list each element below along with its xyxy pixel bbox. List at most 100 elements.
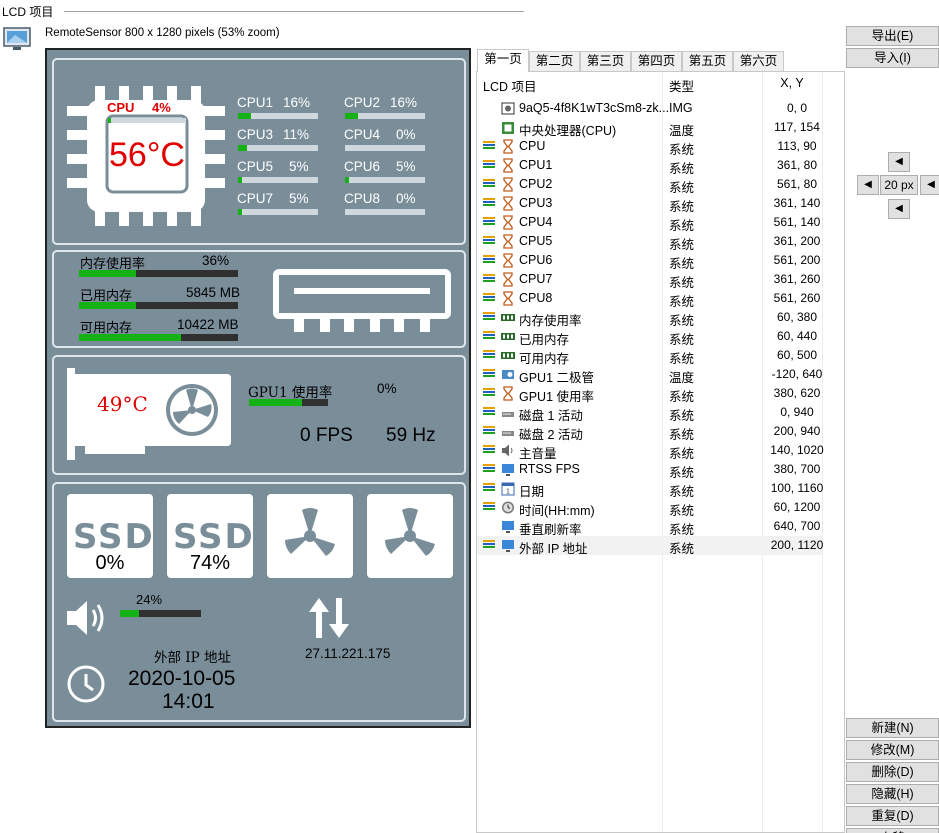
list-item[interactable]: 时间(HH:mm) 系统 60, 1200 (477, 498, 822, 518)
list-item[interactable]: 外部 IP 地址 系统 200, 1120 (477, 536, 823, 556)
hourglass-icon (501, 196, 515, 211)
list-item[interactable]: 磁盘 2 活动 系统 200, 940 (477, 422, 822, 442)
cpu7-value: 5% (289, 191, 309, 206)
list-item[interactable]: 1 日期 系统 100, 1160 (477, 479, 823, 499)
export-button[interactable]: 导出(E) (846, 26, 939, 46)
cpu4-value: 0% (396, 127, 416, 142)
hourglass-icon (501, 386, 515, 401)
tab-page-6[interactable]: 第六页 (733, 51, 784, 71)
lcd-items-list[interactable]: LCD 项目 类型 X, Y 9aQ5-4f8K1wT3cSm8-zk... IM… (476, 71, 845, 833)
cpu2-value: 16% (390, 95, 418, 110)
move-up-button[interactable]: ◀ (888, 152, 910, 172)
tab-page-5[interactable]: 第五页 (682, 51, 733, 71)
step-size-value[interactable]: 20 px (880, 175, 918, 195)
list-item[interactable]: 中央处理器(CPU) 温度 117, 154 (477, 118, 822, 138)
fan1-icon (267, 494, 353, 578)
item-position: 380, 700 (773, 462, 821, 476)
item-position: 60, 1200 (773, 500, 821, 514)
layer-lines-icon (483, 198, 495, 209)
hourglass-icon (501, 234, 515, 249)
tab-page-2[interactable]: 第二页 (529, 51, 580, 71)
list-item[interactable]: 磁盘 1 活动 系统 0, 940 (477, 403, 822, 423)
layer-lines-icon (483, 141, 495, 152)
modify-button[interactable]: 修改(M) (846, 740, 939, 760)
item-position: 100, 1160 (770, 481, 824, 495)
item-position: 0, 0 (786, 101, 807, 115)
mem-free-bar (79, 334, 238, 341)
list-item[interactable]: CPU5 系统 361, 200 (477, 232, 822, 252)
layer-lines-icon (483, 350, 495, 361)
mem-free-value: 10422 MB (177, 317, 239, 332)
item-position: 60, 500 (776, 348, 818, 362)
ssd2-value: 74% (189, 552, 231, 574)
hide-button[interactable]: 隐藏(H) (846, 784, 939, 804)
mem-used-value: 5845 MB (186, 285, 241, 300)
item-name: CPU4 (519, 215, 553, 229)
list-item[interactable]: 已用内存 系统 60, 440 (477, 327, 822, 347)
list-item[interactable]: GPU1 二极管 温度 -120, 640 (477, 365, 822, 385)
list-item[interactable]: 垂直刷新率 系统 640, 700 (477, 517, 822, 537)
layer-lines-icon (483, 388, 495, 399)
tab-page-4[interactable]: 第四页 (631, 51, 682, 71)
item-position: 561, 200 (773, 253, 821, 267)
layer-lines-icon (483, 426, 495, 437)
hourglass-icon (501, 291, 515, 306)
move-down-button[interactable]: ◀ (888, 199, 910, 219)
disk-icon (501, 405, 515, 420)
list-item[interactable]: 9aQ5-4f8K1wT3cSm8-zk... IMG 0, 0 (477, 99, 822, 118)
list-item[interactable]: CPU 系统 113, 90 (477, 137, 822, 157)
duplicate-button[interactable]: 重复(D) (846, 806, 939, 826)
list-item[interactable]: CPU8 系统 561, 260 (477, 289, 822, 309)
list-item[interactable]: CPU6 系统 561, 200 (477, 251, 822, 271)
image-icon (501, 101, 515, 116)
import-button[interactable]: 导入(I) (846, 48, 939, 68)
new-button[interactable]: 新建(N) (846, 718, 939, 738)
item-name: RTSS FPS (519, 462, 580, 476)
gpu-temp-value: 49°C (97, 392, 148, 416)
list-item[interactable]: 可用内存 系统 60, 500 (477, 346, 822, 366)
ssd1-label: SSD (73, 517, 155, 557)
tab-page-3[interactable]: 第三页 (580, 51, 631, 71)
col-header-name[interactable]: LCD 项目 (483, 76, 536, 95)
cpu5-label: CPU5 (237, 159, 274, 174)
col-header-type[interactable]: 类型 (669, 76, 694, 95)
refresh-rate-value: 59 Hz (386, 425, 436, 446)
move-up-list-button[interactable]: 上移 (846, 828, 939, 833)
item-position: 140, 1020 (770, 443, 824, 457)
item-position: -120, 640 (771, 367, 823, 381)
list-item[interactable]: CPU1 系统 361, 80 (477, 156, 822, 176)
layer-lines-icon (483, 160, 495, 171)
list-item[interactable]: 主音量 系统 140, 1020 (477, 441, 824, 461)
cpu-load-value: 4% (152, 100, 171, 115)
cpu2-bar (345, 113, 425, 119)
list-item[interactable]: GPU1 使用率 系统 380, 620 (477, 384, 822, 404)
date-value: 2020-10-05 (128, 667, 236, 690)
hourglass-icon (501, 253, 515, 268)
move-left-button[interactable]: ◀ (857, 175, 879, 195)
tab-page-1[interactable]: 第一页 (477, 49, 529, 72)
col-header-xy[interactable]: X, Y (767, 76, 817, 90)
list-item[interactable]: CPU2 系统 561, 80 (477, 175, 822, 195)
list-item[interactable]: CPU3 系统 361, 140 (477, 194, 822, 214)
layer-lines-icon (483, 540, 495, 551)
volume-bar (120, 610, 201, 617)
layer-lines-icon (483, 502, 495, 513)
list-item[interactable]: CPU4 系统 561, 140 (477, 213, 822, 233)
item-name: 外部 IP 地址 (519, 542, 588, 556)
layer-lines-icon (483, 369, 495, 380)
cpu-load-bar (108, 118, 186, 123)
layer-lines-icon (483, 274, 495, 285)
move-right-button[interactable]: ◀ (920, 175, 939, 195)
gpu-usage-value: 0% (377, 381, 397, 396)
monitor-icon (501, 538, 515, 553)
delete-button[interactable]: 删除(D) (846, 762, 939, 782)
volume-value: 24% (136, 592, 163, 607)
item-position: 380, 620 (773, 386, 821, 400)
hourglass-icon (501, 272, 515, 287)
list-item[interactable]: RTSS FPS 系统 380, 700 (477, 460, 822, 480)
list-item[interactable]: 内存使用率 系统 60, 380 (477, 308, 822, 328)
list-item[interactable]: CPU7 系统 361, 260 (477, 270, 822, 290)
cpu8-bar (345, 209, 425, 215)
disk-icon (501, 424, 515, 439)
mem-usage-bar (79, 270, 238, 277)
